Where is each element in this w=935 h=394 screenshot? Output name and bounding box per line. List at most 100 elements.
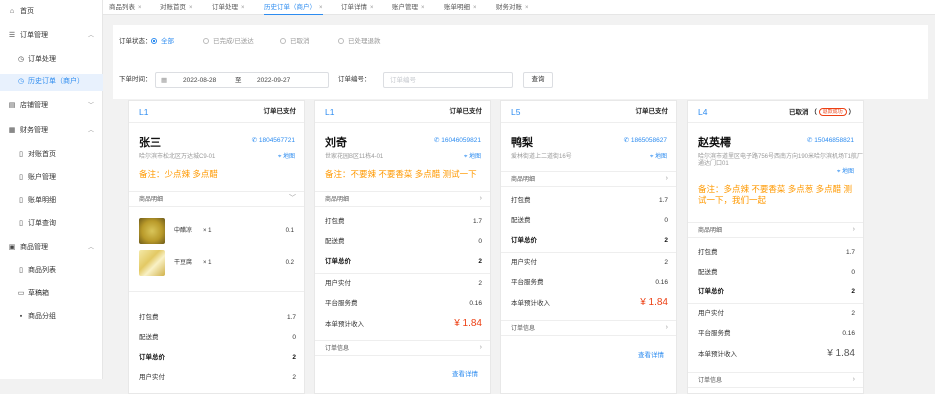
sidebar-item-store-mgmt[interactable]: ▤ 店铺管理 ﹀ xyxy=(0,98,103,114)
search-button[interactable]: 查询 xyxy=(523,72,553,88)
inbox-icon: ▭ xyxy=(17,290,25,297)
close-icon[interactable]: × xyxy=(189,5,193,11)
chevron-up-icon: ︿ xyxy=(87,245,94,251)
order-no-field[interactable] xyxy=(383,72,513,88)
order-status: 已取消 （ 退款成功 ） xyxy=(789,108,855,116)
filter-panel: 订单状态： 全部 已完成/已送达 已取消 已处理退款 下单时间： ▦ 2022-… xyxy=(113,25,928,99)
tab-bar: 商品列表 × 对账首页 × 订单处理 × 历史订单（商户） × 订单详情 × 账户管理 × … xyxy=(103,0,935,15)
close-icon[interactable]: × xyxy=(319,5,323,11)
tab-goods-list[interactable]: 商品列表 × xyxy=(109,0,142,15)
card-header: L1 订单已支付 xyxy=(315,101,490,123)
sidebar-item-recon-home[interactable]: ▯ 对账首页 xyxy=(0,147,103,163)
view-detail-link[interactable]: 查看详情 xyxy=(452,371,478,379)
sidebar-item-bill-detail[interactable]: ▯ 账单明细 xyxy=(0,193,103,209)
tab-finance-recon[interactable]: 财务对账 × xyxy=(496,0,529,15)
fee-row: 平台服务费 0.16 xyxy=(698,330,855,337)
close-icon[interactable]: × xyxy=(241,5,245,11)
sidebar-item-account-mgmt[interactable]: ▯ 账户管理 xyxy=(0,170,103,186)
sidebar-item-goods-list[interactable]: ▯ 商品列表 xyxy=(0,263,103,279)
close-icon[interactable]: × xyxy=(525,5,529,11)
order-no-input[interactable] xyxy=(384,73,512,87)
sidebar-item-home[interactable]: ⌂ 首页 xyxy=(0,4,103,20)
order-info-toggle[interactable]: 订单信息 › xyxy=(688,372,863,388)
phone-icon: ✆ xyxy=(623,137,631,144)
apps-icon: ▪ xyxy=(19,313,23,320)
goods-detail-toggle[interactable]: 商品明细 › xyxy=(315,191,490,207)
date-end: 2022-09-27 xyxy=(257,77,291,84)
tab-bill-detail[interactable]: 账单明细 × xyxy=(444,0,477,15)
fee-row: 平台服务费 0.16 xyxy=(511,279,668,286)
goods-detail-toggle[interactable]: 商品明细 › xyxy=(501,171,676,187)
map-link[interactable]: ⌖ 地图 xyxy=(464,154,481,161)
list-icon: ☰ xyxy=(8,32,16,39)
sidebar-item-goods-mgmt[interactable]: ▣ 商品管理 ︿ xyxy=(0,240,103,256)
income-row: 本单预计收入 ¥ 1.84 xyxy=(325,318,482,329)
close-icon[interactable]: × xyxy=(138,5,142,11)
customer-phone[interactable]: ✆ 18650586​27 xyxy=(624,137,667,145)
order-number: L1 xyxy=(325,107,335,117)
status-radio-refunded[interactable]: 已处理退款 xyxy=(338,38,381,46)
close-icon[interactable]: × xyxy=(370,5,374,11)
refund-badge: 退款成功 xyxy=(818,108,847,116)
status-radio-completed[interactable]: 已完成/已送达 xyxy=(203,38,254,46)
sidebar-item-finance-mgmt[interactable]: ▦ 财务管理 ︿ xyxy=(0,123,103,139)
view-detail-link[interactable]: 查看详情 xyxy=(638,352,664,360)
map-link[interactable]: ⌖ 地图 xyxy=(650,154,667,161)
tab-order-detail[interactable]: 订单详情 × xyxy=(341,0,374,15)
sidebar-item-draft-box[interactable]: ▭ 草稿箱 xyxy=(0,286,103,302)
order-status: 订单已支付 xyxy=(263,108,297,115)
fee-row: 用户实付 2 xyxy=(511,259,668,266)
goods-detail-toggle[interactable]: 商品明细 › xyxy=(688,222,863,238)
radio-icon xyxy=(203,38,209,44)
home-icon: ⌂ xyxy=(9,8,15,15)
tab-order-process[interactable]: 订单处理 × xyxy=(212,0,245,15)
close-icon[interactable]: × xyxy=(421,5,425,11)
chevron-right-icon: › xyxy=(479,195,482,202)
customer-address: 哈尔滨市道里区电子路756号西南方向190米哈尔滨机场T1航厂通达门口01 xyxy=(698,154,864,167)
sidebar-item-history-order[interactable]: ◷ 历史订单（商户） xyxy=(0,74,103,91)
map-link[interactable]: ⌖ 地图 xyxy=(278,154,295,161)
radio-icon xyxy=(280,38,286,44)
status-radio-cancelled[interactable]: 已取消 xyxy=(280,38,310,46)
document-icon: ▯ xyxy=(19,174,23,181)
fee-row: 订单总价 2 xyxy=(698,288,855,295)
status-radio-all[interactable]: 全部 xyxy=(151,38,174,46)
document-icon: ▯ xyxy=(19,197,23,204)
date-separator: 至 xyxy=(235,77,242,84)
customer-name: 鸭梨 xyxy=(511,137,533,149)
sidebar-item-order-process[interactable]: ◷ 订单处理 xyxy=(0,52,103,68)
sidebar-item-order-query[interactable]: ▯ 订单查询 xyxy=(0,216,103,232)
close-icon[interactable]: × xyxy=(473,5,477,11)
grid-icon: ▦ xyxy=(8,127,16,134)
customer-phone[interactable]: ✆ 15046858821 xyxy=(807,137,854,145)
goods-price: 0.2 xyxy=(285,260,294,266)
order-info-toggle[interactable]: 订单信息 › xyxy=(501,320,676,336)
map-link[interactable]: ⌖ 地图 xyxy=(837,169,854,176)
customer-address: 爱林街道上二道街16号 xyxy=(511,154,572,160)
customer-phone[interactable]: ✆ 18045677​21 xyxy=(252,137,295,145)
time-label: 下单时间： xyxy=(119,76,152,83)
fee-row: 配送费 0 xyxy=(325,238,482,245)
order-info-toggle[interactable]: 订单信息 › xyxy=(315,340,490,356)
tab-recon-home[interactable]: 对账首页 × xyxy=(160,0,193,15)
goods-detail-toggle[interactable]: 商品明细 ﹀ xyxy=(129,191,304,207)
box-icon: ▣ xyxy=(8,244,16,251)
fee-row: 订单总价 2 xyxy=(511,237,668,244)
chevron-up-icon: ︿ xyxy=(87,33,94,39)
chevron-right-icon: › xyxy=(665,175,668,182)
sidebar-item-goods-group[interactable]: ▪ 商品分组 xyxy=(0,309,103,325)
card-header: L5 订单已支付 xyxy=(501,101,676,123)
order-card: L4 已取消 （ 退款成功 ） 赵英樗 ✆ 15046858821 哈尔滨市道里… xyxy=(687,100,864,394)
store-icon: ▤ xyxy=(8,102,16,109)
chevron-right-icon: › xyxy=(479,344,482,351)
fee-row: 打包费 1.7 xyxy=(325,218,482,225)
clock-icon: ◷ xyxy=(17,78,25,85)
date-range-picker[interactable]: ▦ 2022-08-28 至 2022-09-27 xyxy=(155,72,329,88)
tab-account-mgmt[interactable]: 账户管理 × xyxy=(392,0,425,15)
customer-phone[interactable]: ✆ 16046059821 xyxy=(434,137,481,145)
date-start: 2022-08-28 xyxy=(183,77,217,84)
sidebar-item-order-mgmt[interactable]: ☰ 订单管理 ︿ xyxy=(0,28,103,44)
tab-history-order[interactable]: 历史订单（商户） × xyxy=(264,0,323,15)
order-card: L1 订单已支付 刘奇 ✆ 16046059821 世家花园B区11栋4-01 … xyxy=(314,100,491,394)
sidebar: ⌂ 首页 ☰ 订单管理 ︿ ◷ 订单处理 ◷ 历史订单（商户） ▤ 店铺管理 ﹀ ▦ 财务管理 ︿… xyxy=(0,0,103,379)
